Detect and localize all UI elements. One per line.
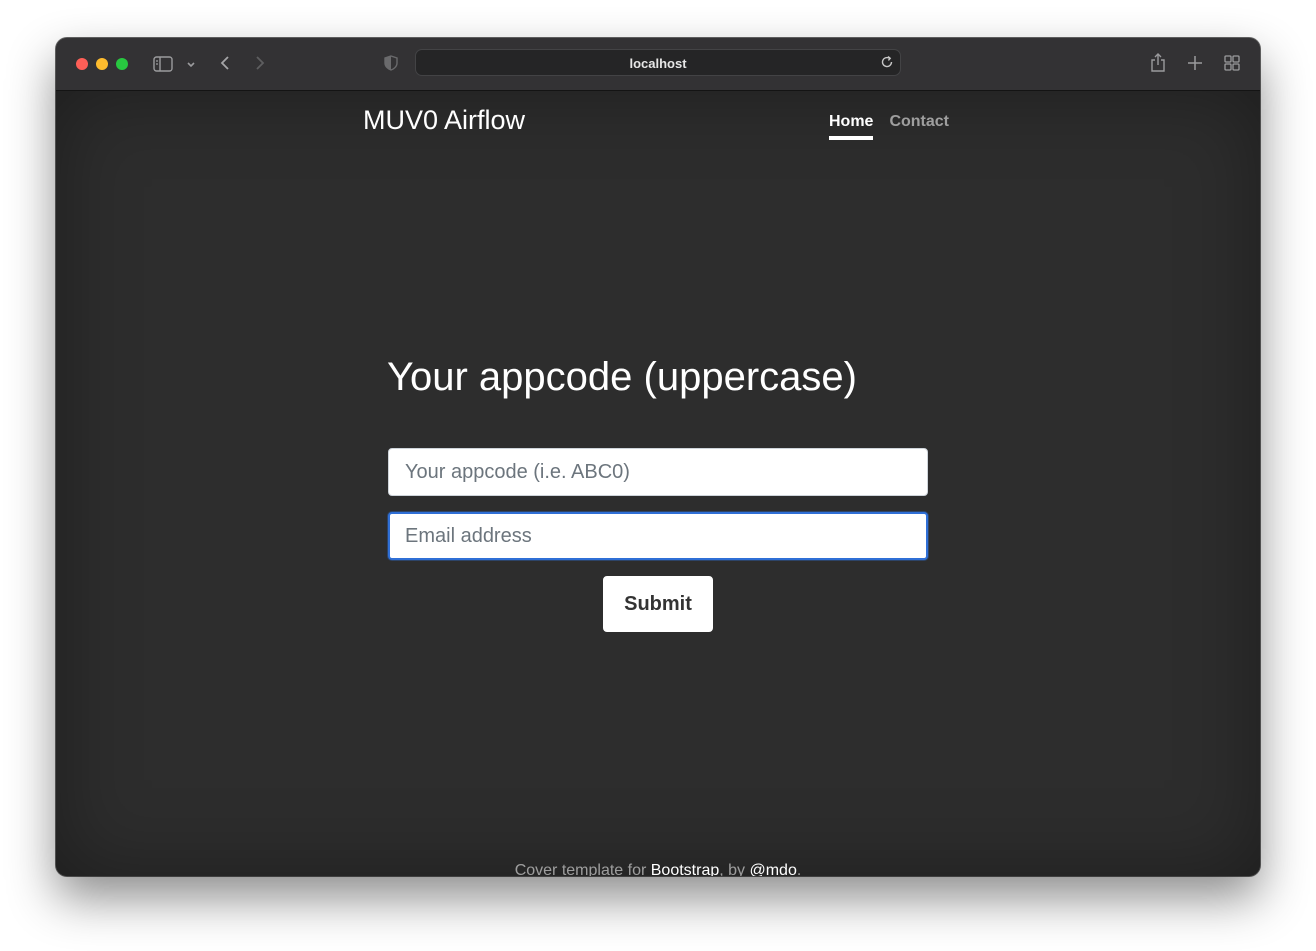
shield-icon[interactable] <box>383 54 399 72</box>
footer-suffix: . <box>796 862 802 876</box>
appcode-input[interactable] <box>388 448 928 496</box>
form-heading: Your appcode (uppercase) <box>387 355 857 399</box>
close-window-button[interactable] <box>76 58 88 70</box>
main-nav: Home Contact <box>829 113 949 140</box>
bootstrap-link[interactable]: Bootstrap <box>651 862 719 876</box>
grid-icon[interactable] <box>1223 54 1241 72</box>
plus-icon[interactable] <box>1186 54 1204 72</box>
address-bar[interactable]: localhost <box>415 49 901 76</box>
chevron-right-icon[interactable] <box>252 54 268 72</box>
sidebar-icon[interactable] <box>153 55 173 72</box>
browser-toolbar: localhost <box>56 38 1260 91</box>
url-text: localhost <box>629 56 687 71</box>
minimize-window-button[interactable] <box>96 58 108 70</box>
browser-window: localhost MUV0 Airflow Home Contact Your… <box>56 38 1260 876</box>
reload-icon[interactable] <box>880 55 894 69</box>
share-icon[interactable] <box>1149 52 1167 74</box>
footer-middle: , by <box>719 862 750 876</box>
mdo-link[interactable]: @mdo <box>749 862 796 876</box>
chevron-down-icon[interactable] <box>185 59 197 69</box>
maximize-window-button[interactable] <box>116 58 128 70</box>
email-input[interactable] <box>388 512 928 560</box>
nav-contact[interactable]: Contact <box>889 113 949 140</box>
submit-button[interactable]: Submit <box>603 576 713 632</box>
footer: Cover template for Bootstrap, by @mdo. <box>56 862 1260 876</box>
site-brand: MUV0 Airflow <box>363 105 526 135</box>
chevron-left-icon[interactable] <box>217 54 233 72</box>
nav-home[interactable]: Home <box>829 113 874 140</box>
page-content: MUV0 Airflow Home Contact Your appcode (… <box>56 91 1260 876</box>
footer-prefix: Cover template for <box>514 862 651 876</box>
